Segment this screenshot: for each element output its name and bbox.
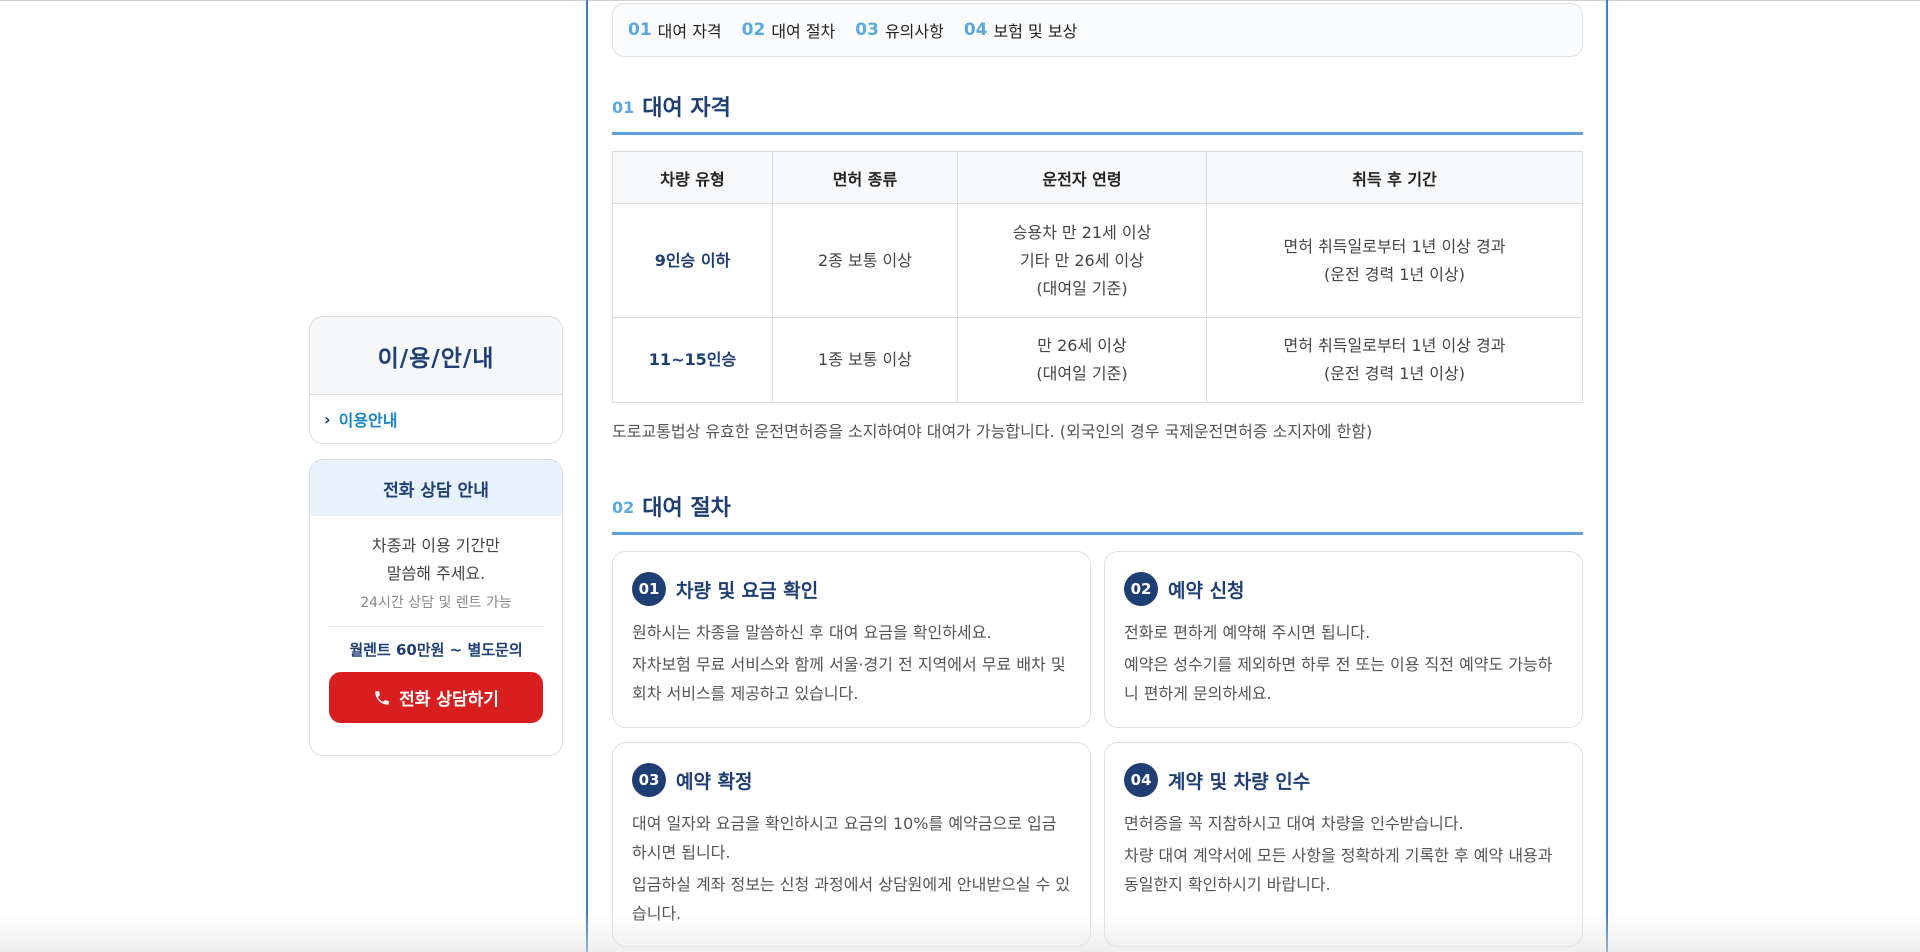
license-note: 도로교통법상 유효한 운전면허증을 소지하여야 대여가 가능합니다. (외국인의…: [612, 422, 1373, 441]
step-card-head: 04 계약 및 차량 인수: [1124, 763, 1563, 797]
step-title: 예약 확정: [676, 770, 753, 793]
step-badge: 04: [1124, 763, 1158, 797]
section-title: 대여 절차: [642, 495, 731, 521]
phone-button-label: 전화 상담하기: [399, 690, 499, 710]
period-line: 면허 취득일로부터 1년 이상 경과: [1283, 336, 1506, 355]
section-num: 02: [612, 498, 635, 517]
toc-item-eligibility[interactable]: 01 대여 자격: [628, 18, 722, 42]
section-num: 01: [612, 98, 635, 117]
age-line: (대여일 기준): [1036, 364, 1128, 383]
phone-consult-box: 전화 상담 안내 차종과 이용 기간만 말씀해 주세요. 24시간 상담 및 렌…: [309, 459, 563, 756]
guide-menu-box: 이/용/안/내 › 이용안내: [309, 316, 563, 444]
table-header-row: 차량 유형 면허 종류 운전자 연령 취득 후 기간: [612, 151, 1583, 204]
table-header: 취득 후 기간: [1206, 151, 1583, 204]
period-cell: 면허 취득일로부터 1년 이상 경과 (운전 경력 1년 이상): [1206, 203, 1583, 318]
toc-label: 유의사항: [884, 22, 944, 41]
phone-consult-title: 전화 상담 안내: [310, 460, 562, 516]
toc-num: 03: [855, 20, 879, 40]
step-text: 원하시는 차종을 말씀하신 후 대여 요금을 확인하세요.: [632, 623, 992, 642]
step-text: 예약은 성수기를 제외하면 하루 전 또는 이용 직전 예약도 가능하니 편하게…: [1124, 655, 1553, 703]
step-card-head: 03 예약 확정: [632, 763, 1071, 797]
phone-desc-line: 차종과 이용 기간만: [372, 536, 500, 555]
toc-item-insurance[interactable]: 04 보험 및 보상: [964, 18, 1077, 42]
period-line: (운전 경력 1년 이상): [1324, 364, 1465, 383]
step-badge: 01: [632, 572, 666, 606]
step-text: 자차보험 무료 서비스와 함께 서울·경기 전 지역에서 무료 배차 및 회차 …: [632, 655, 1066, 703]
step-title: 계약 및 차량 인수: [1168, 770, 1311, 793]
table-header: 면허 종류: [772, 151, 958, 204]
step-text: 입금하실 계좌 정보는 신청 과정에서 상담원에게 안내받으실 수 있습니다.: [632, 875, 1071, 923]
toc-num: 01: [628, 20, 652, 40]
step-text: 면허증을 꼭 지참하시고 대여 차량을 인수받습니다.: [1124, 814, 1464, 833]
phone-consult-button[interactable]: 전화 상담하기: [329, 672, 543, 723]
period-cell: 면허 취득일로부터 1년 이상 경과 (운전 경력 1년 이상): [1206, 317, 1583, 403]
age-line: (대여일 기준): [1036, 278, 1128, 298]
phone-desc-line: 말씀해 주세요.: [386, 564, 486, 583]
period-line: (운전 경력 1년 이상): [1324, 264, 1465, 284]
section-title: 대여 자격: [642, 95, 731, 121]
step-text: 전화로 편하게 예약해 주시면 됩니다.: [1124, 623, 1371, 642]
step-card: 04 계약 및 차량 인수 면허증을 꼭 지참하시고 대여 차량을 인수받습니다…: [1104, 742, 1583, 947]
age-line: 승용차 만 21세 이상: [1012, 222, 1152, 242]
toc-num: 04: [963, 20, 988, 40]
age-cell: 승용차 만 21세 이상 기타 만 26세 이상 (대여일 기준): [957, 203, 1207, 318]
phone-icon: [375, 690, 389, 705]
step-title: 차량 및 요금 확인: [676, 579, 819, 602]
step-card-head: 02 예약 신청: [1124, 572, 1563, 606]
section-heading-procedure: 02 대여 절차: [612, 479, 1583, 535]
toc-num: 02: [741, 20, 766, 40]
eligibility-table: 차량 유형 면허 종류 운전자 연령 취득 후 기간 9인승 이하 2종 보통 …: [612, 151, 1583, 403]
step-text: 대여 일자와 요금을 확인하시고 요금의 10%를 예약금으로 입금하시면 됩니…: [632, 814, 1057, 862]
phone-consult-desc: 차종과 이용 기간만 말씀해 주세요.: [310, 532, 562, 588]
vehicle-type-cell: 9인승 이하: [612, 203, 773, 318]
vehicle-type-cell: 11~15인승: [612, 317, 773, 403]
age-line: 기타 만 26세 이상: [1020, 250, 1144, 270]
sidebar-item-guide[interactable]: › 이용안내: [310, 395, 562, 443]
phone-divider: [329, 626, 543, 627]
table-header: 운전자 연령: [957, 151, 1207, 204]
step-card-head: 01 차량 및 요금 확인: [632, 572, 1071, 606]
step-badge: 02: [1124, 572, 1158, 606]
monthly-rent-price: 월렌트 60만원 ~ 별도문의: [349, 641, 523, 659]
toc-item-notes[interactable]: 03 유의사항: [855, 18, 944, 42]
sidebar-item-label: 이용안내: [338, 411, 398, 430]
section-heading-eligibility: 01 대여 자격: [612, 79, 1583, 135]
license-cell: 1종 보통 이상: [772, 317, 958, 403]
toc-item-procedure[interactable]: 02 대여 절차: [742, 18, 836, 42]
table-header: 차량 유형: [612, 151, 773, 204]
step-badge: 03: [632, 763, 666, 797]
age-line: 만 26세 이상: [1037, 336, 1127, 355]
toc-label: 보험 및 보상: [993, 22, 1078, 41]
age-cell: 만 26세 이상 (대여일 기준): [957, 317, 1207, 403]
toc-label: 대여 절차: [771, 22, 836, 41]
period-line: 면허 취득일로부터 1년 이상 경과: [1283, 236, 1506, 256]
phone-consult-sub: 24시간 상담 및 렌트 가능: [360, 595, 512, 611]
guide-menu-title: 이/용/안/내: [310, 317, 562, 395]
section-toc: 01 대여 자격 02 대여 절차 03 유의사항 04 보험 및 보상: [612, 3, 1583, 57]
step-card: 03 예약 확정 대여 일자와 요금을 확인하시고 요금의 10%를 예약금으로…: [612, 742, 1091, 947]
step-card: 01 차량 및 요금 확인 원하시는 차종을 말씀하신 후 대여 요금을 확인하…: [612, 551, 1091, 728]
step-title: 예약 신청: [1168, 579, 1245, 602]
step-text: 차량 대여 계약서에 모든 사항을 정확하게 기록한 후 예약 내용과 동일한지…: [1124, 846, 1553, 894]
table-row: 11~15인승 1종 보통 이상 만 26세 이상 (대여일 기준) 면허 취득…: [612, 317, 1583, 403]
toc-label: 대여 자격: [657, 22, 722, 41]
chevron-right-icon: ›: [324, 409, 331, 429]
table-row: 9인승 이하 2종 보통 이상 승용차 만 21세 이상 기타 만 26세 이상…: [612, 203, 1583, 318]
license-cell: 2종 보통 이상: [772, 203, 958, 318]
step-card: 02 예약 신청 전화로 편하게 예약해 주시면 됩니다. 예약은 성수기를 제…: [1104, 551, 1583, 728]
